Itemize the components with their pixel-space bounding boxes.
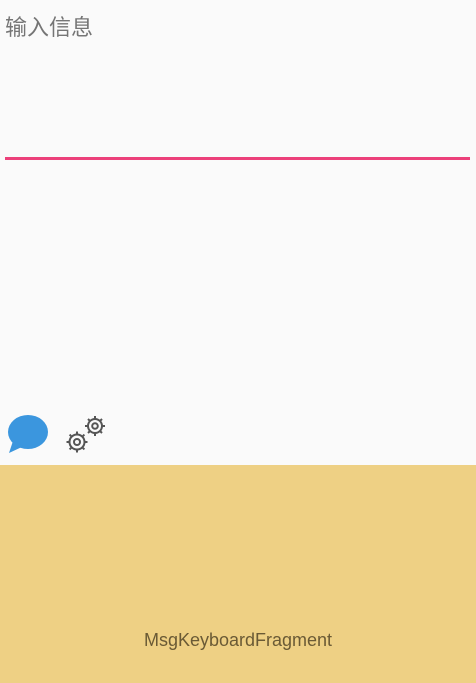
input-underline — [5, 157, 470, 160]
message-input[interactable] — [5, 14, 470, 154]
speech-bubble-icon — [8, 415, 48, 453]
fragment-label: MsgKeyboardFragment — [143, 630, 333, 650]
settings-button[interactable] — [61, 410, 111, 460]
chat-button[interactable] — [5, 410, 55, 460]
msg-keyboard-fragment: MsgKeyboardFragment — [0, 465, 476, 683]
message-screen: MsgKeyboardFragment — [0, 0, 476, 683]
input-toolbar — [0, 410, 476, 465]
message-input-area — [5, 0, 470, 161]
gears-icon — [66, 416, 105, 453]
